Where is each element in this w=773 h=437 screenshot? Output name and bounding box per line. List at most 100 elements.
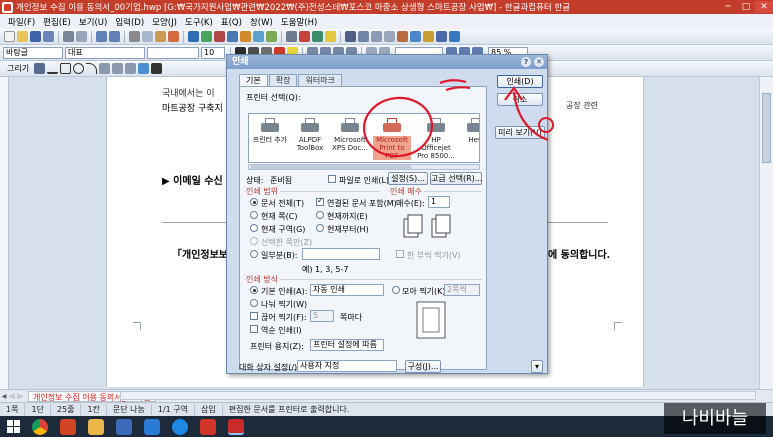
horizontal-scrollbar[interactable] [120, 391, 756, 400]
tab-next-icon[interactable]: ▷ [16, 392, 24, 401]
para-shape-icon[interactable] [201, 31, 212, 42]
method-stack-checkbox[interactable] [250, 312, 258, 320]
hwp-active-icon[interactable] [228, 418, 244, 435]
folder-icon[interactable] [88, 418, 104, 435]
preview-icon[interactable] [76, 31, 87, 42]
new-file-icon[interactable] [4, 31, 15, 42]
maximize-button[interactable]: □ [737, 1, 755, 13]
size-combo[interactable]: 10 [201, 46, 225, 59]
menu-file[interactable]: 파일(F) [4, 16, 39, 28]
dialog-help-icon[interactable]: ? [521, 57, 531, 67]
save-icon[interactable] [30, 31, 41, 42]
font-combo[interactable]: 대표 [65, 46, 145, 59]
dialog-setting-select[interactable]: 사용자 지정 [297, 360, 397, 372]
print-button[interactable]: 인쇄(D) [497, 75, 543, 88]
printer-item-xps[interactable]: Microsoft XPS Doc... [331, 118, 369, 152]
range-selected-radio[interactable] [250, 237, 258, 245]
preview-button[interactable]: 미리 보기(V) [495, 126, 545, 139]
rectangle-tool-icon[interactable] [60, 63, 72, 74]
tab-extended[interactable]: 확장 [268, 74, 298, 86]
layout-icon[interactable] [345, 31, 356, 42]
menu-window[interactable]: 창(W) [246, 16, 277, 28]
hyperlink-icon[interactable] [436, 31, 447, 42]
menu-view[interactable]: 보기(U) [75, 16, 112, 28]
edge-icon[interactable] [172, 418, 188, 435]
copies-input[interactable]: 1 [428, 196, 450, 208]
help-icon[interactable] [449, 31, 460, 42]
open-folder-icon[interactable] [17, 31, 28, 42]
settings-button[interactable]: 설정(S)... [388, 172, 428, 185]
range-current-page-radio[interactable] [250, 211, 258, 219]
printer-item-pdf[interactable]: Microsoft Print to PDF [373, 118, 411, 160]
printer-scroll-thumb[interactable] [251, 165, 411, 169]
method-reverse-checkbox[interactable] [250, 325, 258, 333]
cut-icon[interactable] [129, 31, 140, 42]
textbox-tool-icon[interactable] [125, 63, 137, 74]
menu-help[interactable]: 도움말(H) [277, 16, 321, 28]
footnote-icon[interactable] [384, 31, 395, 42]
arc-tool-icon[interactable] [86, 63, 98, 74]
line-tool-icon[interactable] [47, 63, 59, 74]
compose-button[interactable]: 구성(J)... [405, 360, 441, 373]
redo-icon[interactable] [109, 31, 120, 42]
char-shape-icon[interactable] [188, 31, 199, 42]
dictionary-icon[interactable] [312, 31, 323, 42]
minimize-button[interactable]: ─ [719, 1, 737, 13]
print-icon[interactable] [63, 31, 74, 42]
printer-item-alpdf[interactable]: ALPDF ToolBox [291, 118, 329, 152]
column-icon[interactable] [358, 31, 369, 42]
range-partial-input[interactable] [302, 248, 380, 260]
undo-icon[interactable] [96, 31, 107, 42]
tab-first-icon[interactable]: ◀ [0, 392, 8, 401]
fill-color-icon[interactable] [138, 63, 150, 74]
select-arrow-icon[interactable] [34, 63, 46, 74]
curve-tool-icon[interactable] [112, 63, 124, 74]
range-all-radio[interactable] [250, 198, 258, 206]
menu-insert[interactable]: 입력(D) [111, 16, 148, 28]
line-color-icon[interactable] [151, 63, 163, 74]
shape-icon[interactable] [266, 31, 277, 42]
menu-format[interactable]: 모양(J) [148, 16, 181, 28]
printer-paper-select[interactable]: 프린터 설정에 따름 [310, 339, 384, 351]
vertical-scroll-thumb[interactable] [762, 93, 771, 163]
range-from-current-radio[interactable] [316, 224, 324, 232]
style-combo[interactable]: 바탕글 [3, 46, 63, 59]
hwp-taskbar-icon[interactable] [200, 418, 216, 435]
dialog-collapse-icon[interactable]: ▾ [531, 360, 543, 373]
menu-table[interactable]: 표(Q) [217, 16, 246, 28]
close-button[interactable]: ✕ [755, 1, 773, 13]
collate-checkbox[interactable] [396, 250, 404, 258]
polygon-tool-icon[interactable] [99, 63, 111, 74]
table-icon[interactable] [227, 31, 238, 42]
range-partial-radio[interactable] [250, 250, 258, 258]
spell-icon[interactable] [299, 31, 310, 42]
printer-list[interactable]: 프린터 추가 ALPDF ToolBox Microsoft XPS Doc..… [248, 113, 480, 163]
ellipse-tool-icon[interactable] [73, 63, 85, 74]
method-gather-radio[interactable] [392, 286, 400, 294]
picture-icon[interactable] [253, 31, 264, 42]
save-as-icon[interactable] [43, 31, 54, 42]
page-icon[interactable] [397, 31, 408, 42]
style-icon[interactable] [214, 31, 225, 42]
mail-icon[interactable] [144, 418, 160, 435]
method-basic-select[interactable]: 자동 인쇄 [310, 284, 384, 296]
method-stack-input[interactable]: 5 [310, 310, 334, 322]
printer-item-add[interactable]: 프린터 추가 [251, 118, 289, 144]
method-gather-select[interactable]: 2쪽씩 [444, 284, 480, 296]
print-to-file-checkbox[interactable] [328, 175, 336, 183]
chrome-icon[interactable] [32, 418, 48, 435]
paste-icon[interactable] [155, 31, 166, 42]
linked-docs-checkbox[interactable] [316, 196, 324, 206]
menu-tools[interactable]: 도구(K) [181, 16, 217, 28]
method-basic-radio[interactable] [250, 286, 258, 294]
format-paint-icon[interactable] [168, 31, 179, 42]
bookmark-icon[interactable] [423, 31, 434, 42]
copy-icon[interactable] [142, 31, 153, 42]
office-icon[interactable] [60, 418, 76, 435]
zoom-icon[interactable] [410, 31, 421, 42]
tab-watermark[interactable]: 워터마크 [298, 74, 342, 86]
app-icon[interactable] [116, 418, 132, 435]
find-icon[interactable] [286, 31, 297, 42]
printer-item-hew[interactable]: Hew [457, 118, 479, 144]
dialog-close-icon[interactable]: ✕ [534, 57, 544, 67]
